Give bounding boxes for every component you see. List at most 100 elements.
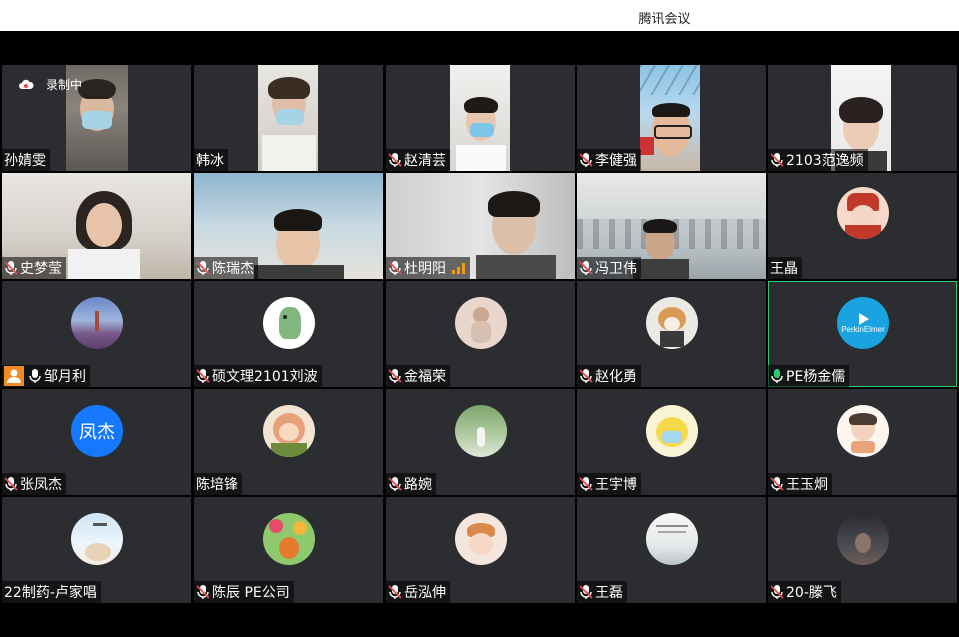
participant-name-tag: 22制药-卢家唱 bbox=[2, 581, 101, 603]
participant-name: 赵清芸 bbox=[404, 153, 446, 169]
participant-tile[interactable]: 硕文理2101刘波 bbox=[194, 281, 383, 387]
participant-name-tag: 邹月利 bbox=[2, 365, 90, 387]
participant-tile[interactable]: 2103范逸频 bbox=[768, 65, 957, 171]
participant-name: 韩冰 bbox=[196, 153, 224, 169]
participant-name: 陈培锋 bbox=[196, 477, 238, 493]
video-feed bbox=[450, 65, 510, 171]
avatar bbox=[71, 297, 123, 349]
avatar bbox=[263, 513, 315, 565]
mic-muted-icon bbox=[388, 585, 402, 599]
participant-name-tag: 岳泓伸 bbox=[386, 581, 450, 603]
mic-icon bbox=[29, 369, 41, 383]
participant-tile[interactable]: 陈辰 PE公司 bbox=[194, 497, 383, 603]
avatar-initials: 凤杰 bbox=[79, 422, 115, 443]
mic-muted-icon bbox=[196, 585, 210, 599]
participant-name: 赵化勇 bbox=[595, 369, 637, 385]
mic-muted-icon bbox=[388, 261, 402, 275]
video-feed bbox=[258, 65, 318, 171]
participant-name-tag: 陈瑞杰 bbox=[194, 257, 258, 279]
participant-name: 金福荣 bbox=[404, 369, 446, 385]
avatar bbox=[646, 513, 698, 565]
participant-tile[interactable]: 王晶 bbox=[768, 173, 957, 279]
svg-text:PerkinElmer: PerkinElmer bbox=[841, 325, 885, 334]
participant-name-tag: 张凤杰 bbox=[2, 473, 66, 495]
avatar bbox=[71, 513, 123, 565]
participant-tile[interactable]: 金福荣 bbox=[386, 281, 575, 387]
avatar bbox=[837, 187, 889, 239]
participant-tile[interactable]: 杜明阳 bbox=[386, 173, 575, 279]
participant-name-tag: 陈培锋 bbox=[194, 473, 242, 495]
video-feed bbox=[640, 65, 700, 171]
network-signal-icon bbox=[452, 263, 465, 274]
participant-name: 王玉炯 bbox=[786, 477, 828, 493]
participant-name: 王磊 bbox=[595, 585, 623, 601]
top-toolbar-area bbox=[0, 31, 959, 64]
participant-name: 王晶 bbox=[770, 261, 798, 277]
participant-name-tag: 20-滕飞 bbox=[768, 581, 841, 603]
perkinelmer-logo-icon: PerkinElmer bbox=[841, 313, 885, 334]
participant-name-tag: PE杨金儒 bbox=[768, 365, 850, 387]
participant-name-tag: 孙婧雯 bbox=[2, 149, 50, 171]
participant-tile-speaking[interactable]: PerkinElmer PE杨金儒 bbox=[768, 281, 957, 387]
mic-muted-icon bbox=[579, 477, 593, 491]
participant-tile[interactable]: 王玉炯 bbox=[768, 389, 957, 495]
participant-name: 陈瑞杰 bbox=[212, 261, 254, 277]
participant-name: 邹月利 bbox=[44, 369, 86, 385]
participant-tile[interactable]: 韩冰 bbox=[194, 65, 383, 171]
participant-tile[interactable]: 凤杰 张凤杰 bbox=[2, 389, 191, 495]
participant-tile[interactable]: 22制药-卢家唱 bbox=[2, 497, 191, 603]
participant-name-tag: 王宇博 bbox=[577, 473, 641, 495]
mic-muted-icon bbox=[579, 585, 593, 599]
participant-tile[interactable]: 陈培锋 bbox=[194, 389, 383, 495]
participant-name-tag: 赵化勇 bbox=[577, 365, 641, 387]
participant-tile[interactable]: 赵清芸 bbox=[386, 65, 575, 171]
participant-tile[interactable]: 20-滕飞 bbox=[768, 497, 957, 603]
cloud-record-icon bbox=[19, 79, 34, 89]
title-bar: 腾讯会议 bbox=[0, 0, 959, 31]
participant-name: 20-滕飞 bbox=[786, 585, 837, 601]
participant-name: 李健强 bbox=[595, 153, 637, 169]
participant-tile[interactable]: 王磊 bbox=[577, 497, 766, 603]
avatar bbox=[646, 297, 698, 349]
participant-name: 路婉 bbox=[404, 477, 432, 493]
participant-grid: 录制中 孙婧雯 韩冰 赵清芸 李健强 2103范逸频 史梦莹 陈瑞杰 杜明阳 冯… bbox=[0, 64, 959, 604]
mic-muted-icon bbox=[388, 477, 402, 491]
participant-tile[interactable]: 史梦莹 bbox=[2, 173, 191, 279]
participant-tile[interactable]: 路婉 bbox=[386, 389, 575, 495]
participant-tile[interactable]: 邹月利 bbox=[2, 281, 191, 387]
participant-tile[interactable]: 赵化勇 bbox=[577, 281, 766, 387]
participant-name: 杜明阳 bbox=[404, 261, 446, 277]
avatar bbox=[455, 513, 507, 565]
mic-muted-icon bbox=[579, 369, 593, 383]
mic-muted-icon bbox=[388, 369, 402, 383]
participant-name: 王宇博 bbox=[595, 477, 637, 493]
participant-name-tag: 赵清芸 bbox=[386, 149, 450, 171]
avatar bbox=[837, 513, 889, 565]
participant-name: 冯卫伟 bbox=[595, 261, 637, 277]
avatar bbox=[837, 405, 889, 457]
participant-tile[interactable]: 岳泓伸 bbox=[386, 497, 575, 603]
recording-indicator[interactable]: 录制中 bbox=[18, 76, 82, 93]
participant-name-tag: 陈辰 PE公司 bbox=[194, 581, 294, 603]
mic-muted-icon bbox=[770, 477, 784, 491]
participant-name-tag: 李健强 bbox=[577, 149, 641, 171]
participant-name: 岳泓伸 bbox=[404, 585, 446, 601]
avatar bbox=[455, 405, 507, 457]
participant-name: 陈辰 PE公司 bbox=[212, 585, 290, 601]
mic-muted-icon bbox=[196, 261, 210, 275]
participant-tile[interactable]: 冯卫伟 bbox=[577, 173, 766, 279]
participant-name: 硕文理2101刘波 bbox=[212, 369, 318, 385]
participant-tile[interactable]: 王宇博 bbox=[577, 389, 766, 495]
participant-tile[interactable]: 陈瑞杰 bbox=[194, 173, 383, 279]
participant-tile[interactable]: 李健强 bbox=[577, 65, 766, 171]
avatar bbox=[646, 405, 698, 457]
participant-name-tag: 王玉炯 bbox=[768, 473, 832, 495]
participant-name: 孙婧雯 bbox=[4, 153, 46, 169]
participant-name-tag: 杜明阳 bbox=[386, 257, 470, 279]
mic-muted-icon bbox=[388, 153, 402, 167]
avatar bbox=[455, 297, 507, 349]
participant-name: PE杨金儒 bbox=[786, 369, 846, 385]
participant-name-tag: 史梦莹 bbox=[2, 257, 66, 279]
participant-name-tag: 路婉 bbox=[386, 473, 436, 495]
recording-label: 录制中 bbox=[46, 78, 83, 92]
